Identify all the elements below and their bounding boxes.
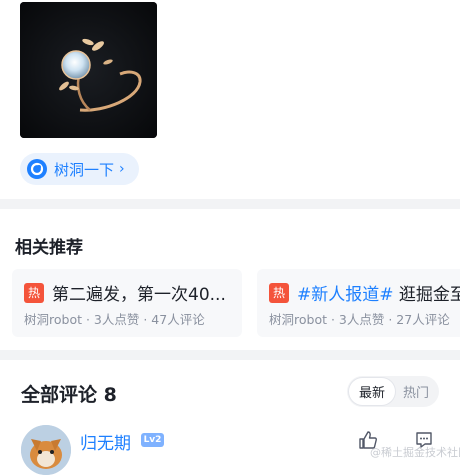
- chevron-right-icon: ›: [119, 161, 125, 177]
- tab-hot[interactable]: 热门: [395, 378, 437, 405]
- comment-sort-tabs: 最新 热门: [347, 376, 439, 407]
- card-author: 树洞robot: [24, 312, 82, 327]
- card-comments: 27人评论: [396, 312, 449, 327]
- related-section-title: 相关推荐: [15, 233, 83, 258]
- card-title: 第二遍发，第一次40...: [52, 280, 226, 305]
- card-title: 逛掘金至: [394, 285, 460, 305]
- section-divider: [0, 199, 460, 209]
- card-comments: 47人评论: [151, 312, 204, 327]
- related-card[interactable]: 热 第二遍发，第一次40... 树洞robot · 3人点赞 · 47人评论: [12, 269, 242, 337]
- user-level-badge: Lv2: [141, 433, 164, 447]
- related-card[interactable]: 热 #新人报道# 逛掘金至 树洞robot · 3人点赞 · 27人评论: [257, 269, 460, 337]
- card-likes: 3人点赞: [339, 312, 384, 327]
- card-topic-tag[interactable]: #新人报道#: [297, 285, 394, 305]
- comments-title: 全部评论 8: [21, 380, 117, 407]
- post-image[interactable]: [20, 2, 157, 138]
- card-meta: 树洞robot · 3人点赞 · 47人评论: [24, 309, 205, 328]
- shudong-logo-icon: [27, 159, 47, 179]
- hot-badge: 热: [269, 283, 289, 303]
- shudong-label: 树洞一下: [54, 159, 114, 180]
- shudong-button[interactable]: 树洞一下 ›: [20, 153, 139, 185]
- section-divider: [0, 350, 460, 360]
- watermark: @稀土掘金技术社区: [370, 444, 460, 460]
- card-meta: 树洞robot · 3人点赞 · 27人评论: [269, 309, 450, 328]
- hot-badge: 热: [24, 283, 44, 303]
- comment-author[interactable]: 归无期: [80, 429, 131, 454]
- card-likes: 3人点赞: [94, 312, 139, 327]
- avatar[interactable]: [21, 425, 71, 475]
- card-author: 树洞robot: [269, 312, 327, 327]
- tab-latest[interactable]: 最新: [349, 378, 395, 405]
